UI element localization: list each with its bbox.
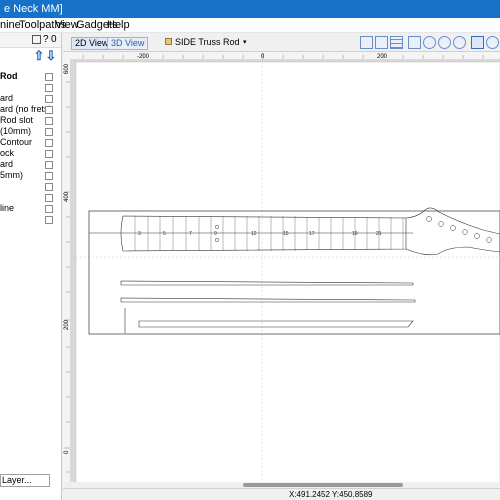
layer-visibility-checkbox[interactable] [45,128,53,136]
layer-visibility-checkbox[interactable] [45,84,53,92]
fret-number: 12 [251,231,257,237]
layer-visibility-checkbox[interactable] [45,183,53,191]
chevron-down-icon[interactable]: ▾ [243,37,247,48]
zoom-box-icon[interactable] [453,36,466,49]
layer-visibility-checkbox[interactable] [45,161,53,169]
canvas-svg[interactable]: -200 0 200 600 400 200 0 3 5 7 9 12 15 1… [63,52,500,488]
layer-row[interactable]: ard [0,159,61,170]
menu-machine[interactable]: nine [0,19,21,32]
zoom-fit-icon[interactable] [486,36,499,49]
material-sheet [75,61,500,487]
layer-visibility-checkbox[interactable] [45,172,53,180]
layer-label: line [0,203,15,213]
layers-panel: ? 0 ⇧ ⇩ Rod ard ard (no frets) Rod slot … [0,33,62,500]
zoom-out-icon[interactable] [438,36,451,49]
layer-row[interactable]: line [0,203,61,214]
layer-label: ock [0,148,15,158]
ruler-label: -200 [137,54,150,60]
layer-label: Rod [0,71,18,81]
layer-label: Contour [0,137,33,147]
fret-number: 21 [376,231,382,237]
layer-visibility-checkbox[interactable] [45,95,53,103]
left-ruler [63,52,70,488]
ruler-label: 200 [64,319,70,330]
layers-settings-icon[interactable] [32,35,41,44]
pin-icon[interactable]: 0 [51,34,57,46]
layer-label: 5mm) [0,170,23,180]
layer-visibility-checkbox[interactable] [45,150,53,158]
active-layer-select[interactable]: SIDE Truss Rod [175,37,240,48]
layer-row[interactable] [0,82,61,93]
snap-icon[interactable] [471,36,484,49]
tab-3d-view[interactable]: 3D View [107,37,149,50]
layer-row[interactable] [0,192,61,203]
layer-visibility-checkbox[interactable] [45,117,53,125]
layer-visibility-checkbox[interactable] [45,216,53,224]
layer-row[interactable]: ock [0,148,61,159]
layer-row[interactable]: Contour [0,137,61,148]
move-layer-down-icon[interactable]: ⇩ [45,49,57,62]
layer-label: Rod slot [0,115,34,125]
fret-number: 5 [163,231,166,237]
layer-visibility-checkbox[interactable] [45,205,53,213]
ruler-label: 600 [64,63,70,74]
zoom-in-icon[interactable] [423,36,436,49]
ruler-label: 400 [64,191,70,202]
window-title: e Neck MM] [0,0,500,18]
menu-bar: nine Toolpaths View Gadgets Help [0,18,500,33]
fret-number: 19 [352,231,358,237]
layer-row[interactable] [0,214,61,225]
layer-row[interactable]: Rod [0,71,61,82]
layer-label: (10mm) [0,126,31,136]
layer-row[interactable] [0,181,61,192]
pan-icon[interactable] [408,36,421,49]
layer-visibility-checkbox[interactable] [45,194,53,202]
select-icon[interactable] [375,36,388,49]
drawing-canvas[interactable]: -200 0 200 600 400 200 0 3 5 7 9 12 15 1… [63,52,500,488]
layer-label: ard (no frets) [0,104,52,114]
layer-label: ard [0,159,14,169]
view-toolbar: 2D View 3D View SIDE Truss Rod ▾ [63,33,500,52]
layer-label: ard [0,93,14,103]
cursor-coordinates: X:491.2452 Y:450.8589 [289,490,373,499]
add-layer-button[interactable]: Layer... [0,474,50,487]
layer-visibility-checkbox[interactable] [45,139,53,147]
layer-color-icon [165,38,172,45]
layer-row[interactable]: ard (no frets) [0,104,61,115]
scrollbar-thumb[interactable] [243,483,403,487]
top-ruler [63,52,500,59]
layer-row[interactable]: (10mm) [0,126,61,137]
menu-help[interactable]: Help [107,19,130,32]
grid-icon[interactable] [390,36,403,49]
layer-row[interactable]: Rod slot [0,115,61,126]
fret-number: 3 [138,231,141,237]
fret-number: 9 [214,231,217,237]
fret-number: 15 [283,231,289,237]
fret-number: 17 [309,231,315,237]
layer-visibility-checkbox[interactable] [45,106,53,114]
move-layer-up-icon[interactable]: ⇧ [33,49,45,62]
fret-number: 7 [189,231,192,237]
status-bar: X:491.2452 Y:450.8589 [63,488,500,500]
layer-row[interactable]: 5mm) [0,170,61,181]
help-icon[interactable]: ? [43,34,49,46]
layer-visibility-checkbox[interactable] [45,73,53,81]
layers-toolbar: ? 0 [0,33,61,48]
zoom-extents-icon[interactable] [360,36,373,49]
layer-row[interactable]: ard [0,93,61,104]
ruler-label: 200 [377,54,388,60]
